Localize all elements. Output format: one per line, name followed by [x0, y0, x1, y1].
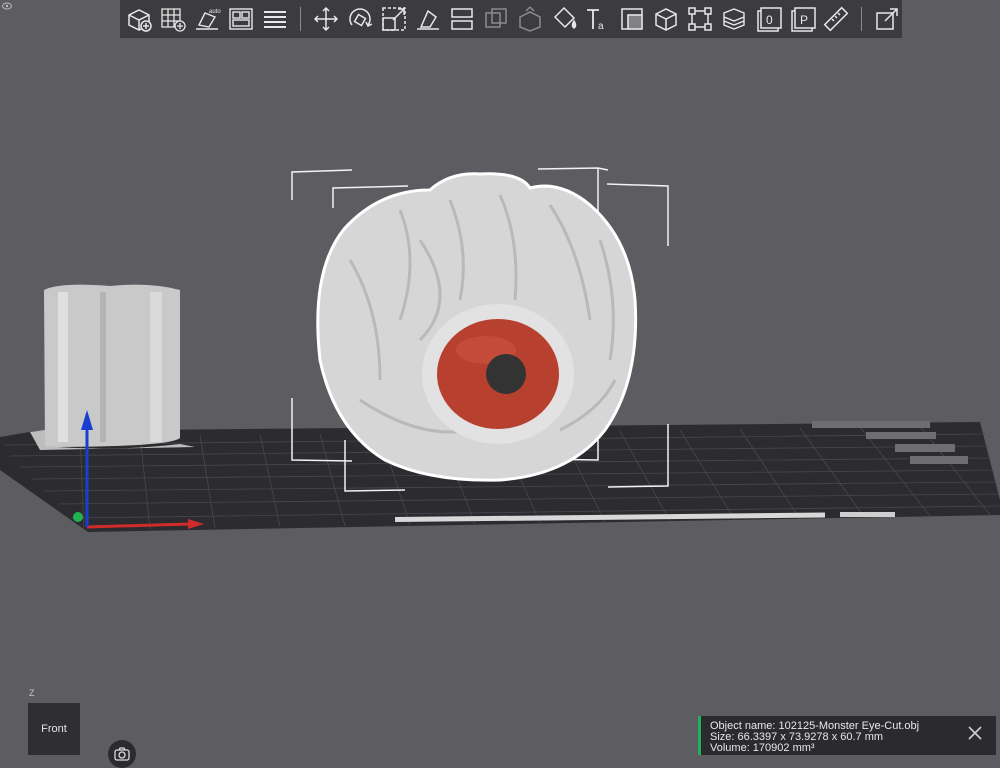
mesh-boolean-icon[interactable] [513, 2, 547, 36]
cube-icon[interactable] [649, 2, 683, 36]
text-icon[interactable]: a [581, 2, 615, 36]
cut-icon[interactable] [479, 2, 513, 36]
plate-label-tag [840, 512, 895, 517]
toolbar-separator [861, 7, 862, 31]
seam-icon[interactable]: P [785, 2, 819, 36]
move-icon[interactable] [309, 2, 343, 36]
axis-z-label: Z [29, 688, 35, 698]
rotate-icon[interactable] [343, 2, 377, 36]
close-icon[interactable] [964, 722, 986, 744]
variable-layer-icon[interactable] [717, 2, 751, 36]
brim-icon[interactable]: 0 [751, 2, 785, 36]
view-cube-face-label: Front [41, 723, 67, 735]
measure-icon[interactable] [819, 2, 853, 36]
layers-list-icon[interactable] [258, 2, 292, 36]
split-icon[interactable] [445, 2, 479, 36]
model-monster-eye[interactable] [316, 172, 638, 482]
svg-text:0: 0 [766, 13, 773, 27]
secondary-object[interactable] [30, 284, 195, 450]
add-object-icon[interactable] [122, 2, 156, 36]
assembly-view-icon[interactable] [870, 2, 904, 36]
object-volume-text: Volume: 170902 mm³ [710, 742, 815, 754]
svg-text:auto: auto [209, 9, 221, 15]
object-info-panel: Object name: 102125-Monster Eye-Cut.obj … [698, 716, 996, 755]
3d-viewport[interactable] [0, 0, 1000, 755]
camera-icon[interactable] [108, 740, 136, 768]
layout-plates-icon[interactable] [224, 2, 258, 36]
toolbar-separator [300, 7, 301, 31]
lay-on-face-icon[interactable] [411, 2, 445, 36]
view-cube[interactable]: Front [28, 703, 80, 755]
top-toolbar: auto a 0 P [120, 0, 902, 38]
support-icon[interactable] [683, 2, 717, 36]
svg-text:a: a [598, 21, 604, 32]
paint-icon[interactable] [547, 2, 581, 36]
scale-icon[interactable] [377, 2, 411, 36]
svg-text:P: P [800, 13, 808, 27]
auto-orient-icon[interactable]: auto [190, 2, 224, 36]
height-range-icon[interactable] [615, 2, 649, 36]
arrange-grid-icon[interactable] [156, 2, 190, 36]
